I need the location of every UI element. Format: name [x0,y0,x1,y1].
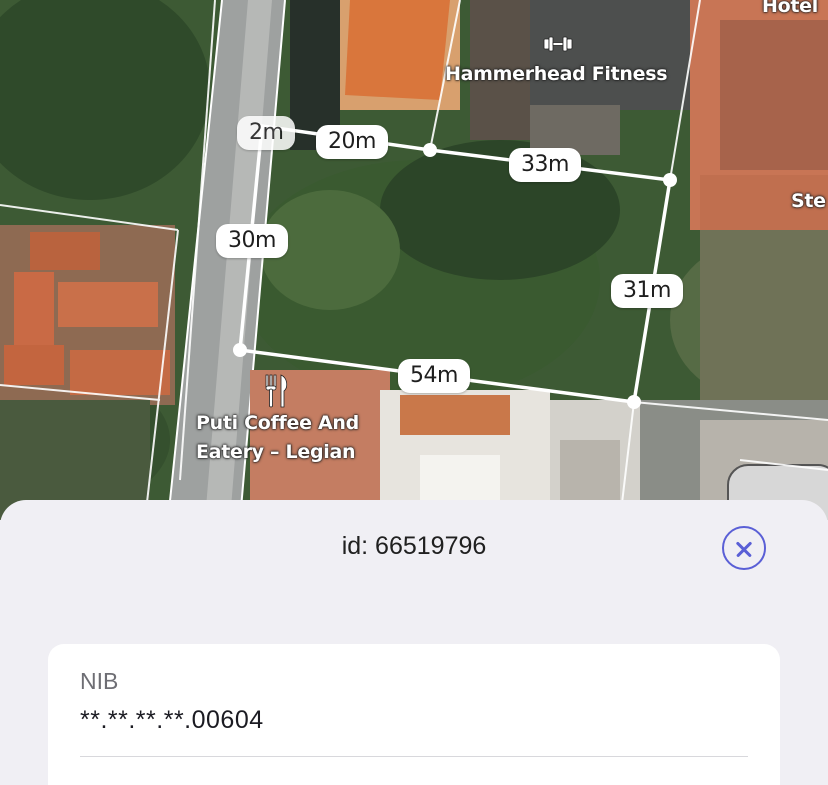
parcel-detail-sheet: id: 66519796 NIB **.**.**.**.00604 [0,500,828,785]
measurement-label: 31m [611,274,683,308]
measurement-label: 30m [216,224,288,258]
parcel-id-title: id: 66519796 [341,532,487,560]
map-imagery [0,0,828,520]
poi-label-hotel[interactable]: Hotel [762,0,818,21]
street-label: Ste [791,190,826,212]
satellite-map[interactable]: 2m 20m 33m 30m 31m 54m Hammerhead Fitnes… [0,0,828,520]
parcel-info-card: NIB **.**.**.**.00604 [48,644,780,785]
measurement-label: 2m [237,116,296,150]
poi-label-fitness[interactable]: Hammerhead Fitness [445,60,668,89]
fork-knife-icon[interactable] [264,374,290,408]
poi-label-cafe-line1[interactable]: Puti Coffee And [196,409,359,438]
measurement-label: 20m [316,125,388,159]
measurement-label: 54m [398,359,470,393]
nib-label: NIB [80,668,119,694]
divider [80,756,748,757]
measurement-label: 33m [509,148,581,182]
poi-label-cafe-line2[interactable]: Eatery – Legian [196,438,356,467]
nib-value: **.**.**.**.00604 [80,706,264,734]
close-icon[interactable] [722,526,766,570]
dumbbell-icon[interactable] [542,35,574,53]
